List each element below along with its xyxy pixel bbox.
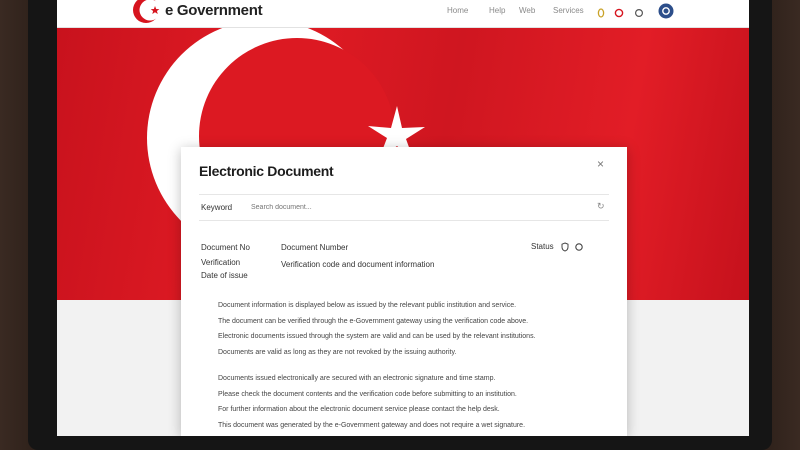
field-label-verification: Verification	[201, 258, 241, 267]
search-input[interactable]	[251, 201, 591, 213]
divider	[199, 220, 609, 221]
paragraph-line: Please check the document contents and t…	[218, 390, 517, 398]
paragraph-line: Documents are valid as long as they are …	[218, 348, 457, 356]
globe-icon[interactable]	[614, 6, 624, 20]
nav-link-help[interactable]: Help	[489, 6, 505, 15]
browser-screen: e Government Home Help Web Services Elec…	[57, 0, 749, 436]
close-icon[interactable]: ×	[597, 157, 604, 171]
top-navigation-bar: e Government Home Help Web Services	[57, 0, 749, 28]
crescent-logo-icon	[133, 0, 161, 23]
field-value-verification: Verification code and document informati…	[281, 260, 435, 269]
nav-link-home[interactable]: Home	[447, 6, 468, 15]
paragraph-line: This document was generated by the e-Gov…	[218, 421, 526, 429]
paragraph-line: Electronic documents issued through the …	[218, 333, 536, 340]
document-modal: Electronic Document × Keyword ↻ Document…	[181, 147, 627, 436]
paragraph-line: Document information is displayed below …	[218, 302, 517, 309]
paragraph-line: For further information about the electr…	[218, 406, 500, 413]
divider	[199, 194, 609, 195]
document-paragraph: Document information is displayed below …	[218, 298, 578, 360]
modal-title: Electronic Document	[199, 163, 334, 179]
user-icon[interactable]	[658, 2, 674, 20]
paragraph-line: The document can be verified through the…	[218, 317, 529, 325]
document-paragraph: Documents issued electronically are secu…	[218, 371, 578, 433]
field-label-document-no: Document No	[201, 243, 250, 252]
bell-icon[interactable]	[597, 6, 605, 20]
nav-link-web[interactable]: Web	[519, 6, 535, 15]
status-label: Status	[531, 242, 554, 251]
refresh-icon[interactable]: ↻	[597, 201, 605, 212]
shield-icon[interactable]	[561, 242, 569, 252]
search-label: Keyword	[201, 203, 233, 212]
paragraph-line: Documents issued electronically are secu…	[218, 375, 496, 382]
field-label-date: Date of issue	[201, 271, 248, 280]
site-logo-text[interactable]: e Government	[165, 2, 263, 19]
field-value-document-no: Document Number	[281, 243, 349, 252]
nav-link-services[interactable]: Services	[553, 6, 584, 15]
info-icon[interactable]	[575, 242, 583, 252]
power-icon[interactable]	[634, 6, 644, 20]
